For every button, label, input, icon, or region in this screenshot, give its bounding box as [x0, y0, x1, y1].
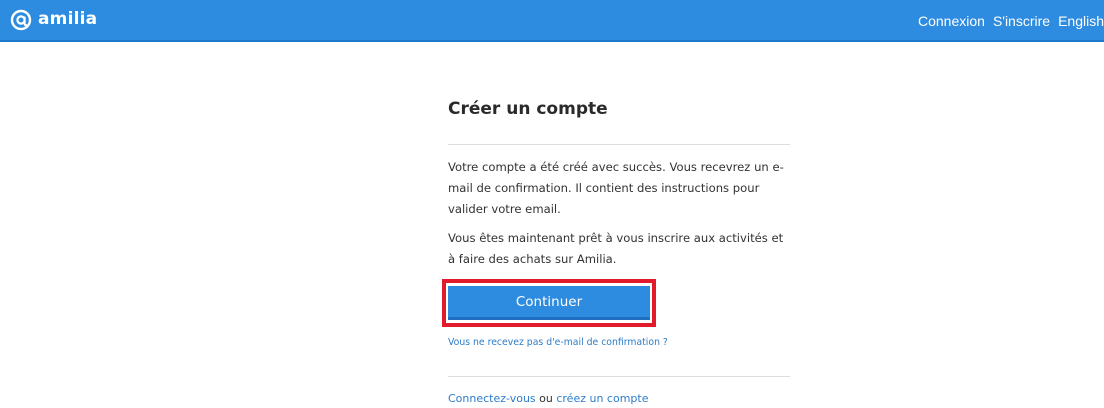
- create-account-link[interactable]: créez un compte: [556, 392, 648, 405]
- resend-confirmation-link[interactable]: Vous ne recevez pas d'e-mail de confirma…: [448, 337, 668, 348]
- success-message: Votre compte a été créé avec succès. Vou…: [448, 160, 784, 216]
- amilia-logo-icon: [10, 9, 32, 31]
- top-navigation-bar: amilia Connexion S'inscrire English: [0, 0, 1104, 42]
- login-link[interactable]: Connexion: [918, 13, 985, 29]
- or-text: ou: [535, 392, 557, 405]
- continue-button[interactable]: Continuer: [448, 286, 650, 320]
- account-created-card: Créer un compte Votre compte a été créé …: [448, 99, 790, 266]
- language-link[interactable]: English: [1058, 13, 1104, 29]
- ready-message: Vous êtes maintenant prêt à vous inscrir…: [448, 231, 784, 266]
- footer-links: Connectez-vous ou créez un compte: [448, 392, 648, 405]
- amilia-logo[interactable]: amilia: [10, 8, 97, 32]
- login-footer-link[interactable]: Connectez-vous: [448, 392, 536, 405]
- page-title: Créer un compte: [448, 99, 608, 119]
- title-divider: [448, 144, 790, 145]
- header-nav: Connexion S'inscrire English: [918, 0, 1104, 42]
- signup-link[interactable]: S'inscrire: [993, 13, 1050, 29]
- footer-divider: [448, 376, 790, 377]
- logo-text: amilia: [38, 9, 98, 29]
